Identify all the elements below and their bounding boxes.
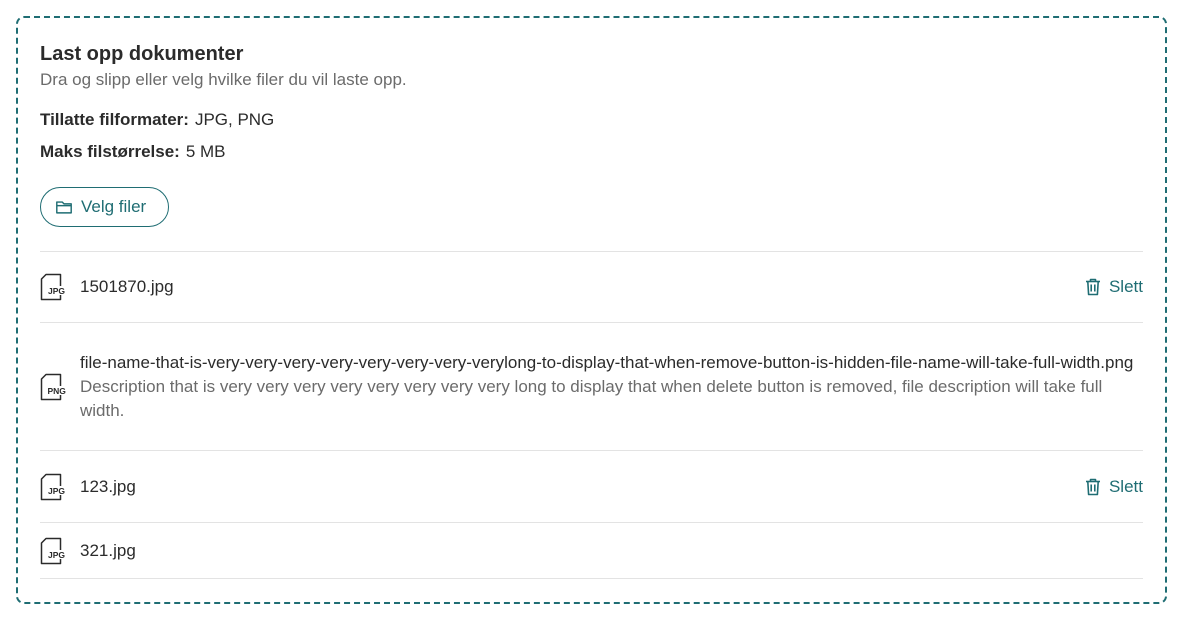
jpg-file-icon: JPG [40,273,66,301]
folder-icon [56,201,72,214]
file-description: Description that is very very very very … [80,376,1103,420]
trash-icon [1085,278,1100,296]
list-item: JPG 321.jpg [40,523,1143,579]
png-file-icon: PNG [40,373,67,400]
file-name: 1501870.jpg [80,277,174,296]
allowed-formats-value: JPG, PNG [194,110,275,129]
allowed-formats-label: Tillatte filformater: [40,110,189,129]
delete-label: Slett [1108,476,1143,496]
max-file-size: Maks filstørrelse: 5 MB [40,141,1143,163]
file-type-label: JPG [48,286,65,296]
file-name: 321.jpg [80,540,136,560]
delete-button[interactable]: Slett [1085,477,1143,497]
file-type-label: PNG [48,386,67,396]
choose-files-button[interactable]: Velg filer [40,187,170,227]
delete-label: Slett [1108,277,1143,296]
list-item: PNG file-name-that-is-very-very-very-ver… [40,323,1143,451]
file-type-label: JPG [48,550,65,560]
jpg-file-icon: JPG [40,537,66,564]
list-item: JPG 123.jpg Slett [40,451,1143,523]
choose-files-label: Velg filer [81,197,147,216]
allowed-formats: Tillatte filformater: JPG, PNG [40,109,1143,131]
max-file-size-value: 5 MB [185,142,226,161]
upload-title: Last opp dokumenter [40,43,244,65]
jpg-file-icon: JPG [40,473,66,500]
max-file-size-label: Maks filstørrelse: [40,142,180,161]
trash-icon [1085,478,1100,495]
file-type-label: JPG [48,486,65,496]
file-name: file-name-that-is-very-very-very-very-ve… [80,352,1134,372]
file-name: 123.jpg [80,476,136,496]
list-item: JPG 1501870.jpg Slett [40,252,1143,323]
delete-button[interactable]: Slett [1085,277,1143,297]
upload-subtitle: Dra og slipp eller velg hvilke filer du … [40,70,407,89]
file-dropzone[interactable]: Last opp dokumenter Dra og slipp eller v… [16,16,1167,604]
file-list: JPG 1501870.jpg Slett PNG file-name-that… [40,251,1143,579]
